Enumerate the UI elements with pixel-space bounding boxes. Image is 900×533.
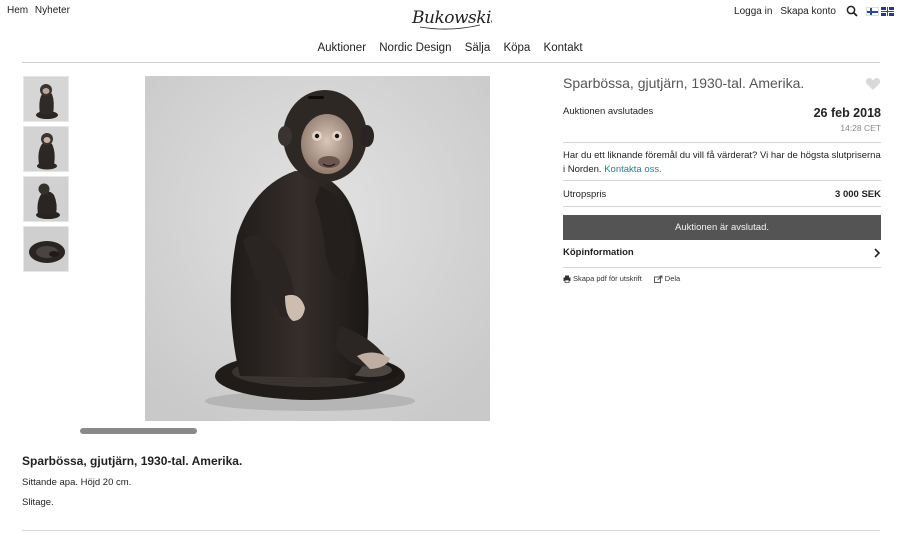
create-account-link[interactable]: Skapa konto bbox=[780, 6, 836, 17]
home-link[interactable]: Hem bbox=[7, 5, 28, 16]
bottom-divider bbox=[22, 530, 880, 531]
bukowskis-logo: Bukowskis bbox=[411, 8, 500, 30]
share-icon bbox=[653, 275, 663, 283]
item-title: Sparbössa, gjutjärn, 1930-tal. Amerika. bbox=[563, 75, 805, 91]
top-bar: Hem Nyheter Bukowskis Logga in Skapa kon… bbox=[0, 0, 900, 34]
thumbnail-4[interactable] bbox=[23, 226, 69, 272]
description-title: Sparbössa, gjutjärn, 1930-tal. Amerika. bbox=[22, 454, 243, 468]
print-pdf-button[interactable]: Skapa pdf för utskrift bbox=[563, 274, 642, 283]
item-info-panel: Sparbössa, gjutjärn, 1930-tal. Amerika. … bbox=[563, 72, 881, 283]
share-button[interactable]: Dela bbox=[653, 274, 681, 283]
printer-icon bbox=[563, 275, 571, 283]
divider bbox=[563, 267, 881, 268]
estimate-value: 3 000 SEK bbox=[835, 189, 881, 200]
divider bbox=[563, 180, 881, 181]
top-right-links: Logga in Skapa konto bbox=[734, 5, 894, 17]
login-link[interactable]: Logga in bbox=[734, 6, 772, 17]
auction-ended-button[interactable]: Auktionen är avslutad. bbox=[563, 215, 881, 240]
gallery-scrollbar[interactable] bbox=[80, 428, 197, 434]
description-line-2: Slitage. bbox=[22, 497, 54, 508]
nav-buy[interactable]: Köpa bbox=[503, 42, 530, 54]
print-pdf-label: Skapa pdf för utskrift bbox=[573, 274, 642, 283]
auction-end-time: 14:28 CET bbox=[840, 123, 881, 133]
contact-us-link[interactable]: Kontakta oss. bbox=[604, 164, 662, 175]
valuation-text: Har du ett liknande föremål du vill få v… bbox=[563, 149, 881, 177]
flag-finland-icon[interactable] bbox=[866, 6, 879, 16]
item-actions: Skapa pdf för utskrift Dela bbox=[563, 274, 692, 283]
nav-nordic-design[interactable]: Nordic Design bbox=[379, 42, 451, 54]
thumbnail-strip bbox=[23, 76, 69, 276]
auction-ended-label: Auktionen avslutades bbox=[563, 106, 654, 117]
chevron-right-icon[interactable] bbox=[873, 248, 881, 258]
divider bbox=[563, 206, 881, 207]
site-logo[interactable]: Bukowskis bbox=[410, 2, 500, 32]
main-product-image[interactable] bbox=[145, 76, 490, 421]
flag-uk-icon[interactable] bbox=[881, 6, 894, 16]
main-nav: Auktioner Nordic Design Sälja Köpa Konta… bbox=[0, 42, 900, 54]
divider bbox=[563, 142, 881, 143]
news-link[interactable]: Nyheter bbox=[35, 5, 70, 16]
auction-end-date: 26 feb 2018 bbox=[813, 106, 881, 120]
description-line-1: Sittande apa. Höjd 20 cm. bbox=[22, 477, 132, 488]
nav-divider bbox=[22, 62, 880, 63]
search-icon[interactable] bbox=[846, 5, 858, 17]
share-label: Dela bbox=[664, 274, 681, 283]
thumbnail-2[interactable] bbox=[23, 126, 69, 172]
heart-icon[interactable] bbox=[865, 76, 881, 92]
nav-sell[interactable]: Sälja bbox=[465, 42, 491, 54]
item-description: Sparbössa, gjutjärn, 1930-tal. Amerika. … bbox=[22, 454, 622, 508]
nav-auctions[interactable]: Auktioner bbox=[317, 42, 366, 54]
nav-contact[interactable]: Kontakt bbox=[544, 42, 583, 54]
estimate-label: Utropspris bbox=[563, 189, 607, 200]
thumbnail-1[interactable] bbox=[23, 76, 69, 122]
top-left-links: Hem Nyheter bbox=[7, 5, 74, 16]
purchase-info-toggle[interactable]: Köpinformation bbox=[563, 247, 634, 258]
monkey-bank-image bbox=[145, 76, 490, 421]
thumbnail-3[interactable] bbox=[23, 176, 69, 222]
